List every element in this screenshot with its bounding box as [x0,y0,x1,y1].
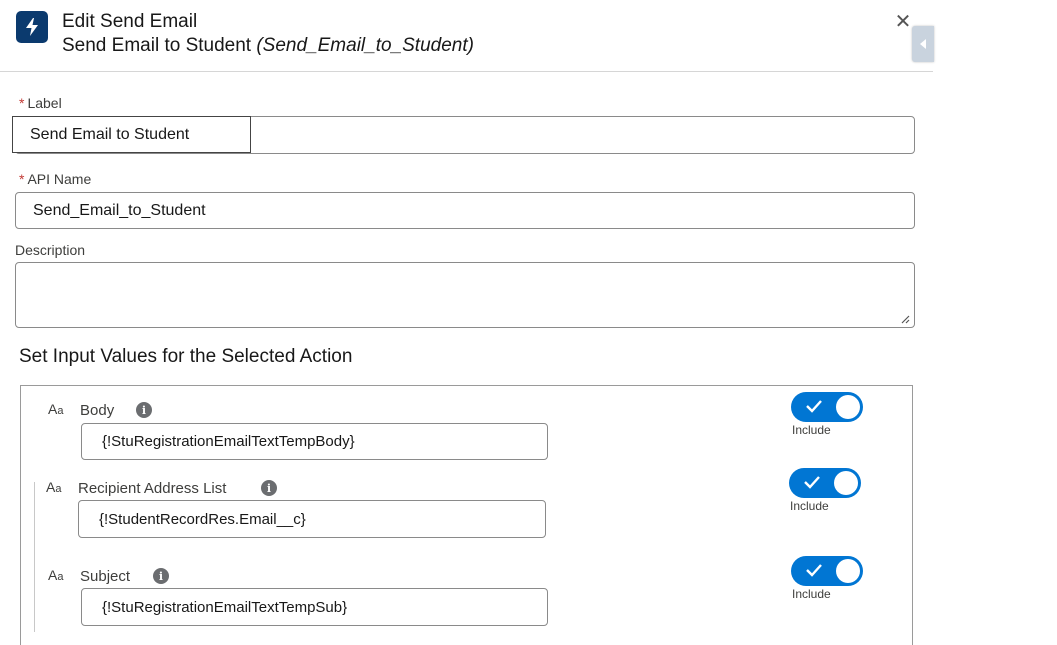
recipient-address-list-input[interactable]: {!StudentRecordRes.Email__c} [78,500,546,538]
include-toggle-subject[interactable] [791,556,863,586]
description-textarea[interactable] [15,262,915,328]
check-icon [806,400,822,413]
include-label: Include [792,587,831,601]
field-name-body: Body [80,402,115,419]
include-label: Include [790,499,829,513]
toggle-knob [834,471,858,495]
check-icon [806,564,822,577]
action-lightning-icon [16,11,48,43]
api-name-input[interactable]: Send_Email_to_Student [15,192,915,229]
header-divider [0,71,933,72]
required-mark: * [19,171,25,187]
include-toggle-body[interactable] [791,392,863,422]
toggle-knob [836,395,860,419]
close-icon: ✕ [894,10,912,33]
info-icon[interactable]: i [261,480,277,496]
include-toggle-recipient[interactable] [789,468,861,498]
field-name-recipient-address-list: Recipient Address List [78,480,227,497]
panel-collapse-tab[interactable] [912,26,934,62]
close-button[interactable]: ✕ [892,10,914,33]
body-value-input[interactable]: {!StuRegistrationEmailTextTempBody} [81,423,548,460]
label-input[interactable]: Send Email to Student [12,116,251,153]
info-icon[interactable]: i [153,568,169,584]
resize-handle-icon[interactable] [900,314,910,324]
subject-value-input[interactable]: {!StuRegistrationEmailTextTempSub} [81,588,548,626]
info-icon[interactable]: i [136,402,152,418]
modal-subtitle: Send Email to Student (Send_Email_to_Stu… [62,35,474,57]
subtitle-label: Send Email to Student [62,35,252,56]
label-field-label: * Label [19,95,62,111]
text-type-icon: Aa [46,479,62,495]
text-type-icon: Aa [48,567,64,583]
text-type-icon: Aa [48,401,64,417]
description-field-label: Description [15,242,86,258]
api-name-field-label: * API Name [19,171,92,187]
field-name-subject: Subject [80,568,131,585]
subtitle-api-name: (Send_Email_to_Student) [256,35,474,56]
check-icon [804,476,820,489]
toggle-knob [836,559,860,583]
panel-guide-line [34,482,35,632]
modal-title: Edit Send Email [62,11,198,32]
section-title: Set Input Values for the Selected Action [19,346,353,367]
required-mark: * [19,95,25,111]
chevron-left-icon [920,39,926,49]
include-label: Include [792,423,831,437]
